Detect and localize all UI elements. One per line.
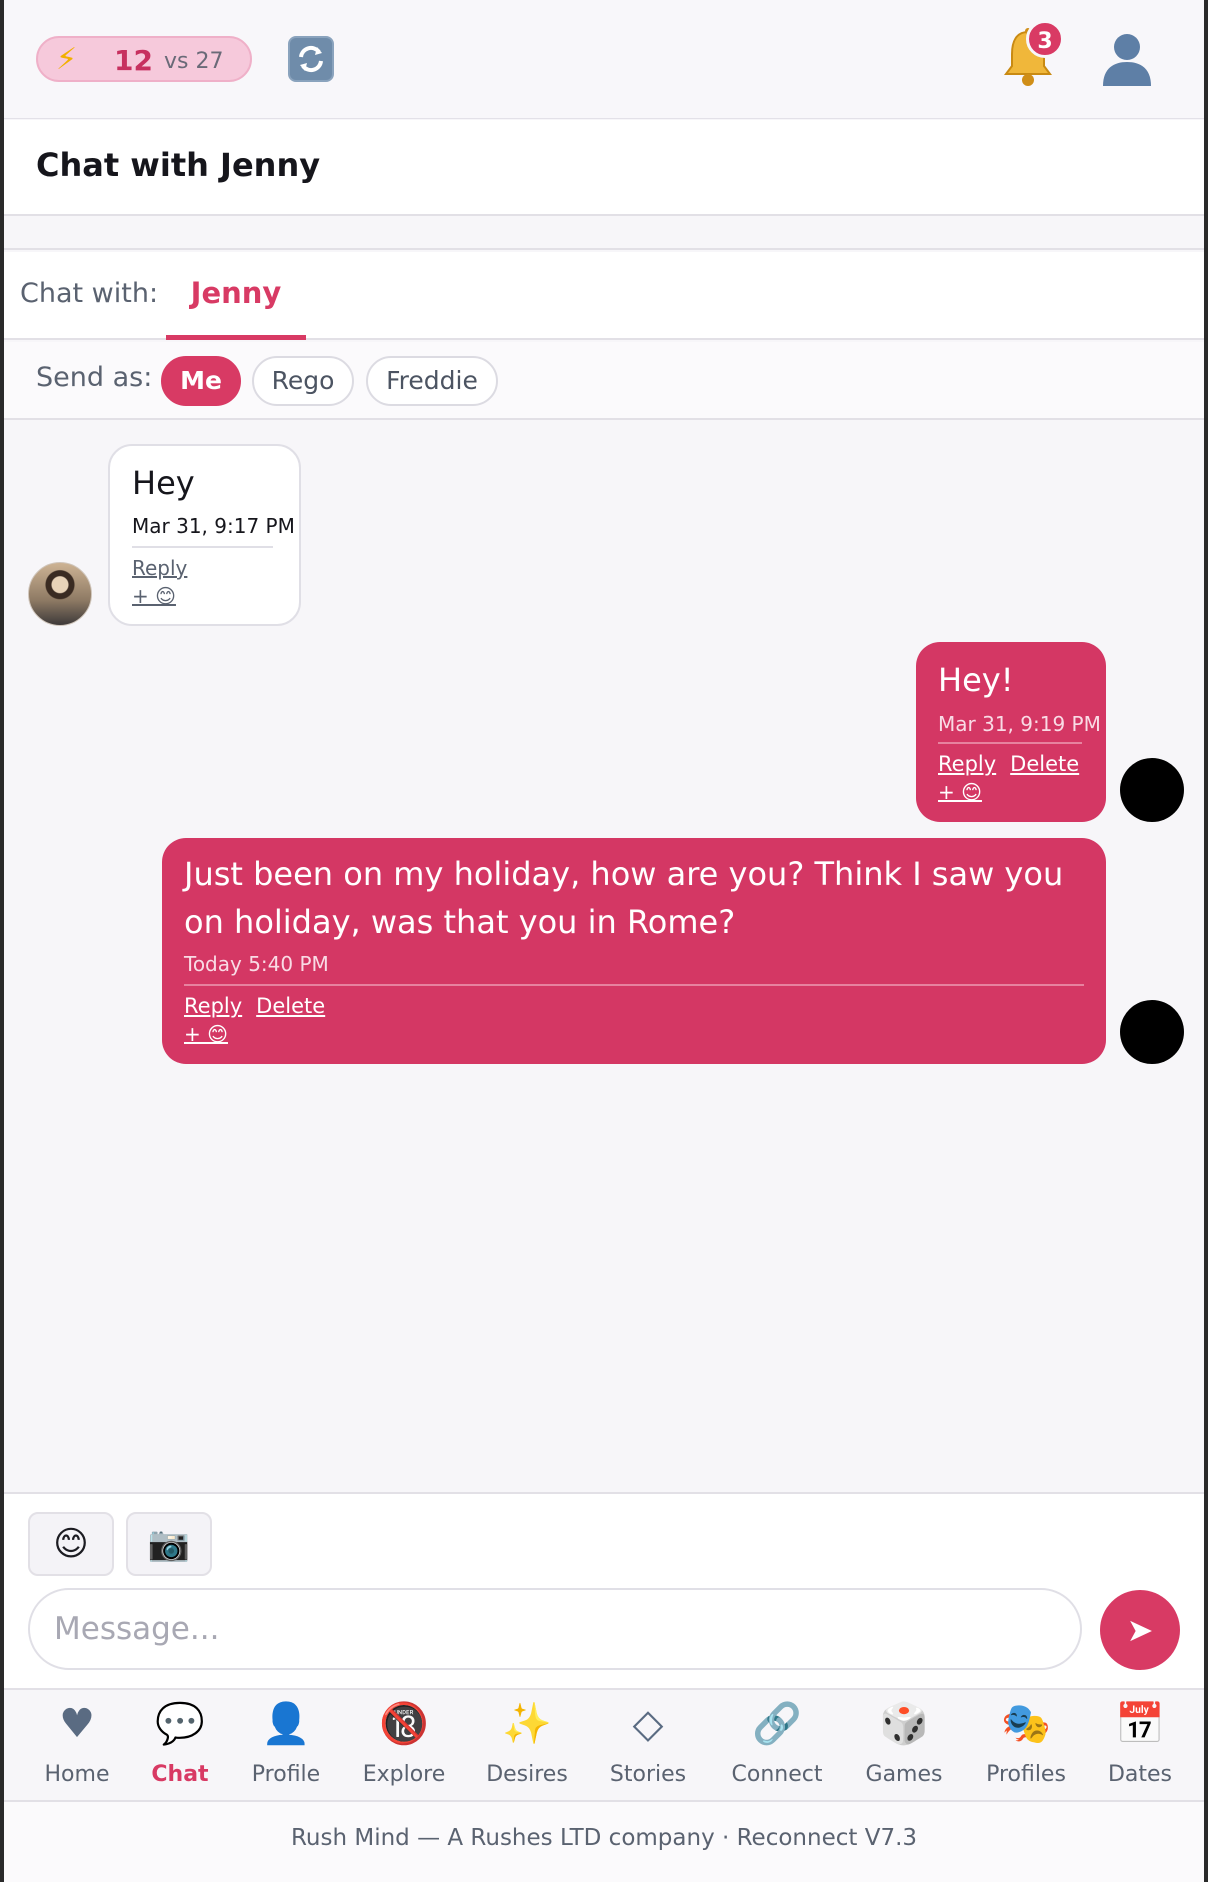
tab-jenny-label: Jenny: [190, 276, 282, 310]
camera-icon: 📷: [147, 1524, 191, 1564]
no-under-18-icon: 🔞: [379, 1701, 429, 1747]
nav-label: Stories: [609, 1762, 687, 1787]
heart-icon: ♥: [59, 1701, 95, 1747]
nav-desires[interactable]: ✨ Desires: [470, 1690, 584, 1802]
link-icon: 🔗: [752, 1701, 802, 1747]
send-as-bar: Send as: Me Rego Freddie: [4, 342, 1204, 420]
smiley-icon: 😊: [53, 1524, 89, 1564]
message-text: Just been on my holiday, how are you? Th…: [184, 855, 1064, 941]
send-as-freddie-chip[interactable]: Freddie: [366, 356, 498, 406]
nav-explore[interactable]: 🔞 Explore: [348, 1690, 460, 1802]
sparkles-icon: ✨: [502, 1701, 552, 1747]
message-text: Hey!: [938, 661, 1014, 699]
chat-with-label: Chat with:: [20, 278, 159, 309]
lightning-icon: ⚡: [56, 42, 78, 77]
message-composer: 😊 📷 ➤: [4, 1492, 1204, 1688]
bottom-nav: ♥ Home 💬 Chat 👤 Profile 🔞 Explore ✨ Desi…: [4, 1688, 1204, 1800]
reply-link[interactable]: Reply: [132, 556, 187, 580]
message-time: Today 5:40 PM: [184, 952, 329, 976]
nav-label: Home: [44, 1762, 110, 1787]
nav-label: Explore: [362, 1762, 446, 1787]
nav-label: Desires: [486, 1762, 568, 1787]
message-bubble-incoming: Hey Mar 31, 9:17 PM Reply + 😊: [108, 444, 301, 626]
account-button[interactable]: [1100, 30, 1154, 86]
person-icon: 👤: [261, 1701, 311, 1747]
nav-label: Games: [865, 1762, 943, 1787]
delete-link[interactable]: Delete: [1010, 752, 1079, 776]
nav-dates[interactable]: 📅 Dates: [1094, 1690, 1186, 1802]
nav-profile[interactable]: 👤 Profile: [236, 1690, 336, 1802]
nav-chat[interactable]: 💬 Chat: [132, 1690, 228, 1802]
dice-icon: 🎲: [879, 1701, 929, 1747]
camera-button[interactable]: 📷: [126, 1512, 212, 1576]
add-reaction-link[interactable]: + 😊: [938, 780, 982, 804]
chat-with-bar: Chat with: Jenny: [4, 252, 1204, 340]
nav-label: Chat: [151, 1762, 209, 1787]
calendar-icon: 📅: [1115, 1701, 1165, 1747]
footer: Rush Mind — A Rushes LTD company · Recon…: [4, 1800, 1204, 1882]
message-input[interactable]: [28, 1588, 1082, 1670]
reply-link[interactable]: Reply: [184, 994, 242, 1018]
page-title: Chat with Jenny: [36, 146, 321, 184]
nav-connect[interactable]: 🔗 Connect: [716, 1690, 838, 1802]
send-as-me-chip[interactable]: Me: [161, 356, 241, 406]
delete-link[interactable]: Delete: [256, 994, 325, 1018]
refresh-icon: [299, 45, 323, 73]
add-reaction-link[interactable]: + 😊: [132, 584, 176, 608]
message-divider: [184, 984, 1084, 986]
window-edge-right: [1204, 0, 1208, 1882]
nav-label: Dates: [1107, 1762, 1173, 1787]
notification-badge: 3: [1026, 20, 1064, 58]
message-actions: Reply Delete: [938, 752, 1093, 776]
energy-vs: vs 27: [164, 49, 224, 74]
message-time: Mar 31, 9:19 PM: [938, 712, 1101, 736]
nav-label: Connect: [731, 1762, 823, 1787]
message-divider: [132, 546, 273, 548]
app-frame: ⚡ 12 vs 27 3 Chat with Jenny Chat with: …: [4, 0, 1204, 1882]
message-divider: [938, 742, 1082, 744]
diamond-icon: ◇: [632, 1701, 664, 1747]
nav-games[interactable]: 🎲 Games: [852, 1690, 956, 1802]
header-divider: [4, 218, 1204, 250]
send-button[interactable]: ➤: [1100, 1590, 1180, 1670]
message-bubble-outgoing: Hey! Mar 31, 9:19 PM Reply Delete + 😊: [916, 642, 1106, 822]
chat-header: Chat with Jenny: [4, 120, 1204, 216]
theater-masks-icon: 🎭: [1001, 1701, 1051, 1747]
add-reaction-link[interactable]: + 😊: [184, 1022, 228, 1046]
nav-label: Profiles: [986, 1762, 1066, 1787]
person-icon: [1103, 34, 1151, 86]
reply-link[interactable]: Reply: [938, 752, 996, 776]
sender-avatar[interactable]: [1120, 1000, 1184, 1064]
nav-stories[interactable]: ◇ Stories: [592, 1690, 704, 1802]
tab-jenny[interactable]: Jenny: [166, 252, 306, 340]
message-list[interactable]: Hey Mar 31, 9:17 PM Reply + 😊 Hey! Mar 3…: [4, 422, 1204, 1492]
emoji-button[interactable]: 😊: [28, 1512, 114, 1576]
refresh-button[interactable]: [288, 36, 334, 82]
message-time: Mar 31, 9:17 PM: [132, 514, 295, 538]
speech-bubble-icon: 💬: [155, 1701, 205, 1747]
top-bar: ⚡ 12 vs 27 3: [4, 0, 1204, 119]
send-as-label: Send as:: [36, 362, 153, 393]
message-text: Hey: [132, 464, 195, 502]
nav-home[interactable]: ♥ Home: [22, 1690, 132, 1802]
sender-avatar[interactable]: [1120, 758, 1184, 822]
nav-profiles[interactable]: 🎭 Profiles: [970, 1690, 1082, 1802]
energy-counter[interactable]: ⚡ 12 vs 27: [36, 36, 252, 82]
jenny-avatar[interactable]: [28, 562, 92, 626]
nav-label: Profile: [251, 1762, 321, 1787]
message-actions: Reply Delete: [184, 994, 339, 1018]
send-arrow-icon: ➤: [1126, 1612, 1154, 1648]
send-as-rego-chip[interactable]: Rego: [252, 356, 354, 406]
energy-value: 12: [114, 44, 153, 77]
message-bubble-outgoing: Just been on my holiday, how are you? Th…: [162, 838, 1106, 1064]
